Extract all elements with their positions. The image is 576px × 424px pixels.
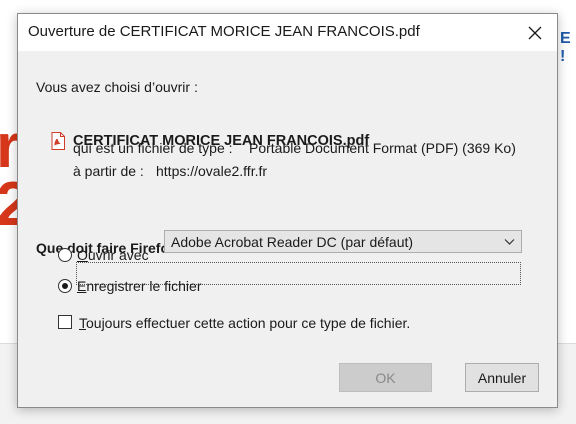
intro-text: Vous avez choisi d’ouvrir : xyxy=(36,79,198,95)
application-select-value: Adobe Acrobat Reader DC (par défaut) xyxy=(171,234,414,250)
open-with-radio[interactable] xyxy=(58,248,72,262)
open-file-dialog: Ouverture de CERTIFICAT MORICE JEAN FRAN… xyxy=(17,13,558,408)
background-nav-fragment: E ! xyxy=(560,30,571,65)
chevron-down-icon xyxy=(504,239,515,245)
file-type-label: qui est un fichier de type : xyxy=(73,140,233,156)
cancel-button[interactable]: Annuler xyxy=(465,363,539,392)
file-type-value: Portable Document Format (PDF) (369 Ko) xyxy=(249,140,516,156)
pdf-file-icon xyxy=(51,132,65,150)
dialog-body: Vous avez choisi d’ouvrir : CERTIFICAT M… xyxy=(18,51,557,407)
close-icon xyxy=(528,26,542,39)
ok-button[interactable]: OK xyxy=(339,363,432,392)
close-button[interactable] xyxy=(513,14,557,51)
file-source-label: à partir de : xyxy=(73,163,144,179)
file-source-value: https://ovale2.ffr.fr xyxy=(156,163,268,179)
application-select[interactable]: Adobe Acrobat Reader DC (par défaut) xyxy=(164,230,522,253)
dialog-title: Ouverture de CERTIFICAT MORICE JEAN FRAN… xyxy=(28,23,420,40)
always-do-this-label[interactable]: Toujours effectuer cette action pour ce … xyxy=(79,315,410,331)
dialog-titlebar: Ouverture de CERTIFICAT MORICE JEAN FRAN… xyxy=(18,14,557,51)
open-with-label[interactable]: Ouvrir avec xyxy=(77,247,149,263)
save-file-label[interactable]: Enregistrer le fichier xyxy=(77,278,202,294)
always-do-this-checkbox[interactable] xyxy=(58,315,72,329)
save-file-radio[interactable] xyxy=(58,279,72,293)
